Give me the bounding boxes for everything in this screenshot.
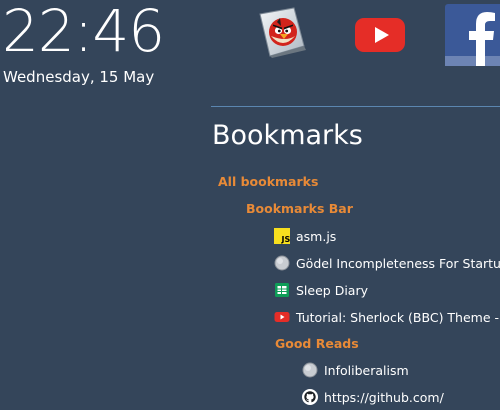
- bookmark-label: Sleep Diary: [296, 282, 368, 298]
- github-icon: [302, 389, 318, 405]
- bookmarks-title: Bookmarks: [212, 120, 363, 151]
- app-angry-birds[interactable]: [256, 6, 308, 58]
- bookmark-label: Tutorial: Sherlock (BBC) Theme - Fi: [296, 309, 500, 325]
- js-icon: JS: [274, 228, 290, 244]
- bookmark-label: asm.js: [296, 228, 337, 244]
- bookmark-link-godel[interactable]: Gödel Incompleteness For Startups: [274, 252, 500, 274]
- section-divider: [211, 106, 500, 107]
- bookmark-folder-all-bookmarks[interactable]: All bookmarks: [218, 170, 318, 192]
- bookmark-label: Gödel Incompleteness For Startups: [296, 255, 500, 271]
- clock-time: 22:46: [2, 0, 165, 65]
- angry-birds-icon: [259, 7, 306, 58]
- svg-text:JS: JS: [281, 235, 291, 244]
- globe-icon: [274, 255, 290, 271]
- bookmark-folder-bookmarks-bar[interactable]: Bookmarks Bar: [246, 197, 353, 219]
- youtube-icon: [355, 18, 405, 52]
- bookmark-label: All bookmarks: [218, 173, 319, 189]
- app-facebook[interactable]: [445, 4, 500, 66]
- bookmark-link-github[interactable]: https://github.com/: [302, 386, 444, 408]
- bookmark-label: Bookmarks Bar: [246, 200, 353, 216]
- bookmark-label: Good Reads: [275, 335, 359, 351]
- app-youtube[interactable]: [354, 17, 406, 53]
- bookmark-label: https://github.com/: [324, 389, 444, 405]
- facebook-icon: [445, 4, 500, 66]
- youtube-icon: [274, 309, 290, 325]
- clock-date: Wednesday, 15 May: [3, 68, 155, 86]
- bookmark-link-sleep-diary[interactable]: Sleep Diary: [274, 279, 368, 301]
- bookmark-link-asmjs[interactable]: JS asm.js: [274, 225, 336, 247]
- bookmark-label: Infoliberalism: [324, 362, 409, 378]
- bookmark-link-sherlock-tutorial[interactable]: Tutorial: Sherlock (BBC) Theme - Fi: [274, 306, 500, 328]
- globe-icon: [302, 362, 318, 378]
- bookmark-folder-good-reads[interactable]: Good Reads: [275, 332, 359, 354]
- bookmark-link-infoliberalism[interactable]: Infoliberalism: [302, 359, 409, 381]
- sheets-icon: [274, 282, 290, 298]
